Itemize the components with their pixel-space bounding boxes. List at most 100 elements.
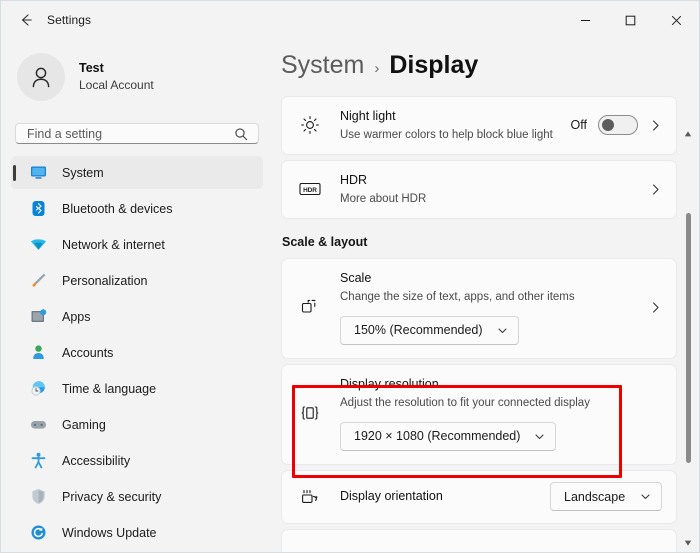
scale-card[interactable]: Scale Change the size of text, apps, and… — [281, 258, 677, 359]
caption-buttons — [563, 1, 699, 39]
sidebar-item-label: Apps — [62, 310, 91, 324]
sidebar-item-label: Network & internet — [62, 238, 165, 252]
person-avatar-icon — [26, 62, 56, 92]
chevron-down-icon — [640, 491, 651, 502]
search-input[interactable] — [16, 124, 258, 143]
window-body: Test Local Account — [1, 39, 699, 552]
sidebar-item-label: Time & language — [62, 382, 156, 396]
next-card-partial[interactable] — [281, 529, 677, 552]
sidebar-item-label: Privacy & security — [62, 490, 161, 504]
chevron-right-icon[interactable] — [639, 270, 662, 345]
sidebar-item-accounts[interactable]: Accounts — [11, 336, 263, 369]
display-orientation-card[interactable]: Display orientation Landscape — [281, 470, 677, 524]
main-scrollbar[interactable] — [681, 127, 695, 550]
account-subtitle: Local Account — [79, 78, 154, 93]
search-box[interactable] — [15, 123, 259, 144]
scale-value: 150% (Recommended) — [354, 323, 483, 337]
display-orientation-value: Landscape — [564, 490, 625, 504]
update-refresh-icon — [29, 524, 47, 542]
sidebar: Test Local Account — [1, 39, 273, 552]
sun-brightness-icon — [298, 115, 322, 135]
app-title: Settings — [47, 13, 91, 27]
sidebar-item-privacy-security[interactable]: Privacy & security — [11, 480, 263, 513]
close-icon — [671, 15, 682, 26]
night-light-card[interactable]: Night light Use warmer colors to help bl… — [281, 96, 677, 155]
apps-grid-icon — [29, 308, 47, 326]
scroll-up-arrow[interactable] — [681, 127, 695, 141]
sidebar-item-system[interactable]: System — [11, 156, 263, 189]
account-card[interactable]: Test Local Account — [9, 45, 265, 109]
night-light-subtitle: Use warmer colors to help block blue lig… — [340, 127, 555, 143]
sidebar-item-label: System — [62, 166, 104, 180]
sidebar-item-personalization[interactable]: Personalization — [11, 264, 263, 297]
scroll-down-arrow[interactable] — [681, 536, 695, 550]
scale-squares-icon — [298, 297, 322, 317]
sidebar-item-time-language[interactable]: Time & language — [11, 372, 263, 405]
main-pane: System › Display Night — [273, 39, 699, 552]
back-arrow-icon — [18, 12, 34, 28]
chevron-right-icon[interactable] — [649, 183, 662, 196]
gamepad-icon — [29, 416, 47, 434]
sidebar-item-label: Accounts — [62, 346, 113, 360]
toggle-knob — [602, 119, 614, 131]
chevron-down-icon — [497, 325, 508, 336]
close-button[interactable] — [653, 1, 699, 39]
sidebar-item-label: Personalization — [62, 274, 147, 288]
section-scale-layout: Scale & layout — [282, 235, 677, 249]
sidebar-item-bluetooth-devices[interactable]: Bluetooth & devices — [11, 192, 263, 225]
bluetooth-icon — [29, 200, 47, 218]
sidebar-item-apps[interactable]: Apps — [11, 300, 263, 333]
hdr-subtitle: More about HDR — [340, 191, 555, 207]
account-name: Test — [79, 61, 154, 77]
night-light-toggle[interactable] — [598, 115, 638, 135]
sidebar-item-label: Accessibility — [62, 454, 130, 468]
hdr-title: HDR — [340, 172, 639, 189]
night-light-title: Night light — [340, 108, 561, 125]
sidebar-item-label: Bluetooth & devices — [62, 202, 173, 216]
scale-subtitle: Change the size of text, apps, and other… — [340, 289, 639, 305]
settings-window: Settings T — [0, 0, 700, 553]
svg-text:HDR: HDR — [303, 187, 317, 194]
clock-globe-icon — [29, 380, 47, 398]
resolution-brackets-icon — [298, 403, 322, 423]
chevron-right-icon[interactable] — [649, 119, 662, 132]
night-light-state: Off — [571, 118, 587, 132]
display-orientation-title: Display orientation — [340, 488, 540, 505]
maximize-button[interactable] — [608, 1, 653, 39]
orientation-rotate-icon — [298, 487, 322, 507]
sidebar-item-gaming[interactable]: Gaming — [11, 408, 263, 441]
paintbrush-icon — [29, 272, 47, 290]
scrollbar-track[interactable] — [681, 141, 695, 536]
minimize-button[interactable] — [563, 1, 608, 39]
account-person-icon — [29, 344, 47, 362]
display-orientation-combobox[interactable]: Landscape — [550, 482, 662, 511]
scale-title: Scale — [340, 270, 639, 287]
breadcrumb-parent[interactable]: System — [281, 51, 364, 80]
hdr-card[interactable]: HDR HDR More about HDR — [281, 160, 677, 219]
sidebar-nav: System Bluetooth & devices — [9, 156, 265, 552]
monitor-icon — [29, 164, 47, 182]
shield-icon — [29, 488, 47, 506]
display-resolution-card[interactable]: Display resolution Adjust the resolution… — [281, 364, 677, 465]
search-icon — [234, 127, 248, 141]
maximize-icon — [625, 15, 636, 26]
sidebar-item-windows-update[interactable]: Windows Update — [11, 516, 263, 549]
hdr-badge-icon: HDR — [298, 181, 322, 197]
minimize-icon — [580, 15, 591, 26]
sidebar-item-network-internet[interactable]: Network & internet — [11, 228, 263, 261]
sidebar-item-label: Gaming — [62, 418, 106, 432]
back-button[interactable] — [11, 6, 41, 34]
chevron-down-icon — [534, 431, 545, 442]
scrollbar-thumb[interactable] — [686, 213, 691, 463]
sidebar-item-label: Windows Update — [62, 526, 157, 540]
display-resolution-subtitle: Adjust the resolution to fit your connec… — [340, 395, 662, 411]
title-bar: Settings — [1, 1, 699, 39]
sidebar-item-accessibility[interactable]: Accessibility — [11, 444, 263, 477]
wifi-icon — [29, 236, 47, 254]
breadcrumb: System › Display — [273, 39, 699, 96]
display-resolution-value: 1920 × 1080 (Recommended) — [354, 429, 520, 443]
scale-combobox[interactable]: 150% (Recommended) — [340, 316, 519, 345]
account-text: Test Local Account — [79, 61, 154, 94]
settings-scroll-area: Night light Use warmer colors to help bl… — [273, 96, 699, 552]
display-resolution-combobox[interactable]: 1920 × 1080 (Recommended) — [340, 422, 556, 451]
